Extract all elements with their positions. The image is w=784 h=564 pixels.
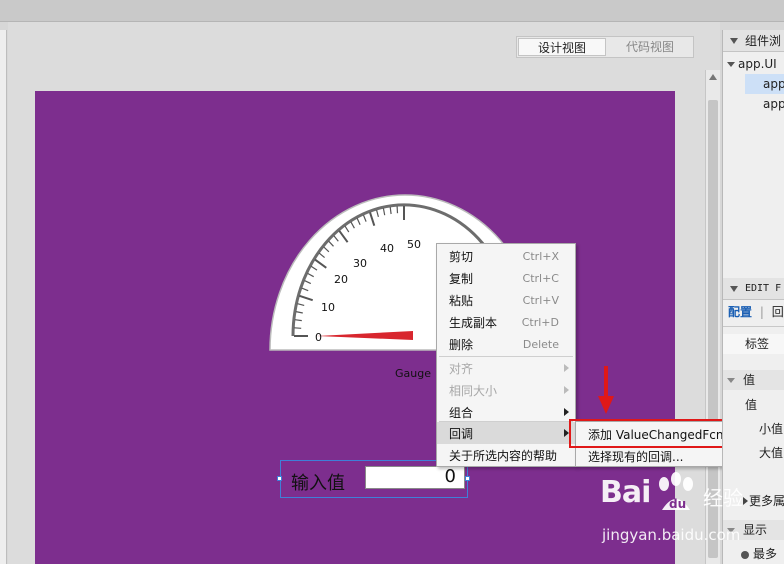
gauge-tick-label: 40: [380, 242, 394, 255]
collapse-icon[interactable]: [727, 378, 735, 383]
gauge-tick-label: 30: [353, 257, 367, 270]
submenu-arrow-icon: [564, 386, 569, 394]
collapse-icon[interactable]: [730, 38, 738, 44]
context-menu: 剪切 Ctrl+X 复制 Ctrl+C 粘贴 Ctrl+V 生成副本 Ctrl+…: [436, 243, 576, 467]
tree-item-child[interactable]: app: [723, 94, 784, 114]
baidu-watermark: Bai du 经验 jingyan.baidu.com: [600, 470, 780, 560]
svg-text:du: du: [669, 497, 686, 511]
watermark-url: jingyan.baidu.com: [602, 526, 741, 544]
tree-item-child[interactable]: app: [745, 74, 784, 94]
menu-item-align[interactable]: 对齐: [437, 357, 575, 379]
red-arrow-annotation: [598, 366, 614, 414]
menu-item-group[interactable]: 组合: [437, 401, 575, 423]
section-value[interactable]: 值: [723, 370, 784, 390]
gauge-tick-label: 20: [334, 273, 348, 286]
tab-config[interactable]: 配置: [728, 305, 752, 319]
menu-item-callback[interactable]: 回调: [437, 422, 575, 444]
input-label: 输入值: [291, 473, 345, 494]
menu-item-cut[interactable]: 剪切 Ctrl+X: [437, 245, 575, 267]
gauge-tick-label: 10: [321, 301, 335, 314]
tree-expand-icon[interactable]: [727, 62, 735, 67]
menu-item-delete[interactable]: 删除 Delete: [437, 333, 575, 355]
resize-handle-right[interactable]: [465, 476, 470, 481]
menu-item-help[interactable]: 关于所选内容的帮助: [437, 444, 575, 466]
edit-field-header[interactable]: EDIT F: [723, 278, 784, 300]
tab-callbacks[interactable]: 回: [772, 305, 784, 319]
scroll-up-arrow-icon[interactable]: [709, 74, 717, 80]
menu-item-paste[interactable]: 粘贴 Ctrl+V: [437, 289, 575, 311]
tab-design-view[interactable]: 设计视图: [518, 38, 606, 56]
top-toolbar: [0, 0, 784, 22]
property-min-value[interactable]: 小值: [723, 419, 784, 439]
property-max-value[interactable]: 大值: [723, 443, 784, 463]
resize-handle-left[interactable]: [277, 476, 282, 481]
inspector-tabs: 配置 | 回: [728, 305, 784, 319]
menu-item-duplicate[interactable]: 生成副本 Ctrl+D: [437, 311, 575, 333]
tab-code-view[interactable]: 代码视图: [607, 37, 693, 57]
gauge-minor-tick: [294, 327, 302, 329]
property-label[interactable]: 标签: [723, 334, 784, 354]
collapse-icon[interactable]: [730, 286, 738, 292]
gauge-label: Gauge: [395, 367, 431, 380]
property-value[interactable]: 值: [723, 395, 784, 415]
left-panel-edge: [0, 30, 7, 564]
gauge-tick-label: 0: [315, 331, 322, 344]
paw-icon: du: [659, 472, 693, 511]
gauge-tick-label: 50: [407, 238, 421, 251]
submenu-arrow-icon: [564, 408, 569, 416]
view-toggle: 设计视图 代码视图: [516, 36, 694, 58]
menu-item-same-size[interactable]: 相同大小: [437, 379, 575, 401]
component-browser-header[interactable]: 组件浏: [723, 30, 784, 52]
tree-item-root[interactable]: app.UI: [723, 54, 784, 74]
watermark-logo: Bai: [600, 475, 651, 510]
menu-item-copy[interactable]: 复制 Ctrl+C: [437, 267, 575, 289]
numeric-input-field[interactable]: 0: [365, 466, 465, 489]
watermark-logo-cn: 经验: [703, 486, 743, 510]
submenu-arrow-icon: [564, 364, 569, 372]
